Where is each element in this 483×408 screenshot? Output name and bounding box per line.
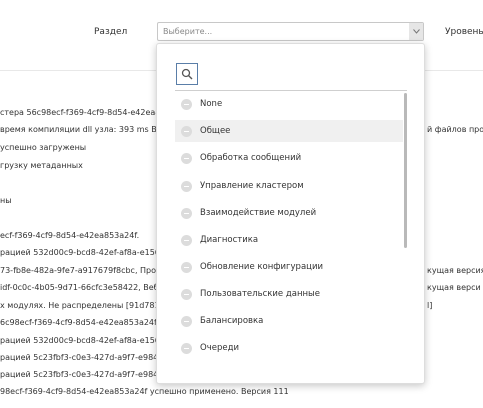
minus-icon [181,315,192,327]
minus-icon [181,125,192,137]
option-label: Пользовательские данные [200,289,321,299]
log-line: 98ecf-f369-4cf9-8d54-e42ea853a24f успешн… [0,387,289,396]
dropdown-scrollbar[interactable] [404,93,407,248]
option-list: None Общее Обработка сообщений Управлени… [175,91,403,383]
log-line: 6c98ecf-f369-4cf9-8d54-e42ea853a24f [0,318,157,327]
search-icon[interactable] [176,63,198,85]
option-label: Взаимодействие модулей [200,208,317,218]
option-item[interactable]: Управление кластером [175,175,403,197]
log-line: рацией 532d00c9-bcd8-42ef-af8a-e156 [0,248,160,257]
log-line: ны [0,196,12,205]
level-filter-label: Уровень [445,27,483,37]
option-item[interactable]: Обработка сообщений [175,147,403,169]
minus-icon [181,288,192,300]
option-label: Диагностика [200,235,259,245]
minus-icon [181,261,192,273]
section-select[interactable]: Выберите... [157,22,424,41]
option-item[interactable]: Пользовательские данные [175,283,403,305]
minus-icon [181,152,192,164]
chevron-down-icon[interactable] [409,23,423,40]
option-item[interactable]: Балансировка [175,310,403,332]
log-line-tail: l] [427,301,433,310]
log-line: рацией 5c23fbf3-c0e3-427d-a9f7-e984 [0,353,159,362]
minus-icon [181,98,192,110]
option-label: Балансировка [200,316,264,326]
option-label: Обработка сообщений [200,153,302,163]
log-line: 73-fb8e-482a-9fe7-a917679f8cbc, Прол [0,266,162,275]
log-line: время компиляции dll узла: 393 ms Вре [0,125,167,134]
minus-icon [181,180,192,192]
minus-icon [181,342,192,354]
option-item[interactable]: Обновление конфигурации [175,256,403,278]
section-dropdown: None Общее Обработка сообщений Управлени… [156,43,425,384]
log-line: грузку метаданных [0,161,83,170]
option-item[interactable]: None [175,93,403,115]
option-label: Управление кластером [200,181,304,191]
option-item[interactable]: Очереди [175,337,403,359]
option-item[interactable]: Общее [175,120,403,142]
option-label: Обновление конфигурации [200,262,323,272]
log-line: успешно загружены [0,143,87,152]
option-item[interactable]: Взаимодействие модулей [175,202,403,224]
search-input[interactable] [203,64,407,86]
log-line: рацией 5c23fbf3-c0e3-427d-a9f7-e984 [0,370,159,379]
log-line: рацией 532d00c9-bcd8-42ef-af8a-e156 [0,336,160,345]
minus-icon [181,234,192,246]
option-label: None [200,99,223,109]
log-line: idf-0c0c-4b05-9d71-66cfc3e58422, Веб [0,283,159,292]
log-line: стера 56c98ecf-f369-4cf9-8d54-e42ea83 [0,108,166,117]
section-select-placeholder: Выберите... [163,27,213,36]
log-line-tail: й файлов прое [427,125,483,134]
log-line-tail: кущая версия [427,266,483,275]
option-label: Очереди [200,343,239,353]
option-item[interactable]: Диагностика [175,229,403,251]
option-label: Общее [200,126,231,136]
log-line: х модулях. Не распределены [91d7812 [0,301,165,310]
dropdown-search [175,62,407,91]
log-line: ecf-f369-4cf9-8d54-e42ea853a24f. [0,231,140,240]
log-line-tail: кущая верси [427,283,481,292]
section-filter-label: Раздел [94,27,128,37]
minus-icon [181,207,192,219]
